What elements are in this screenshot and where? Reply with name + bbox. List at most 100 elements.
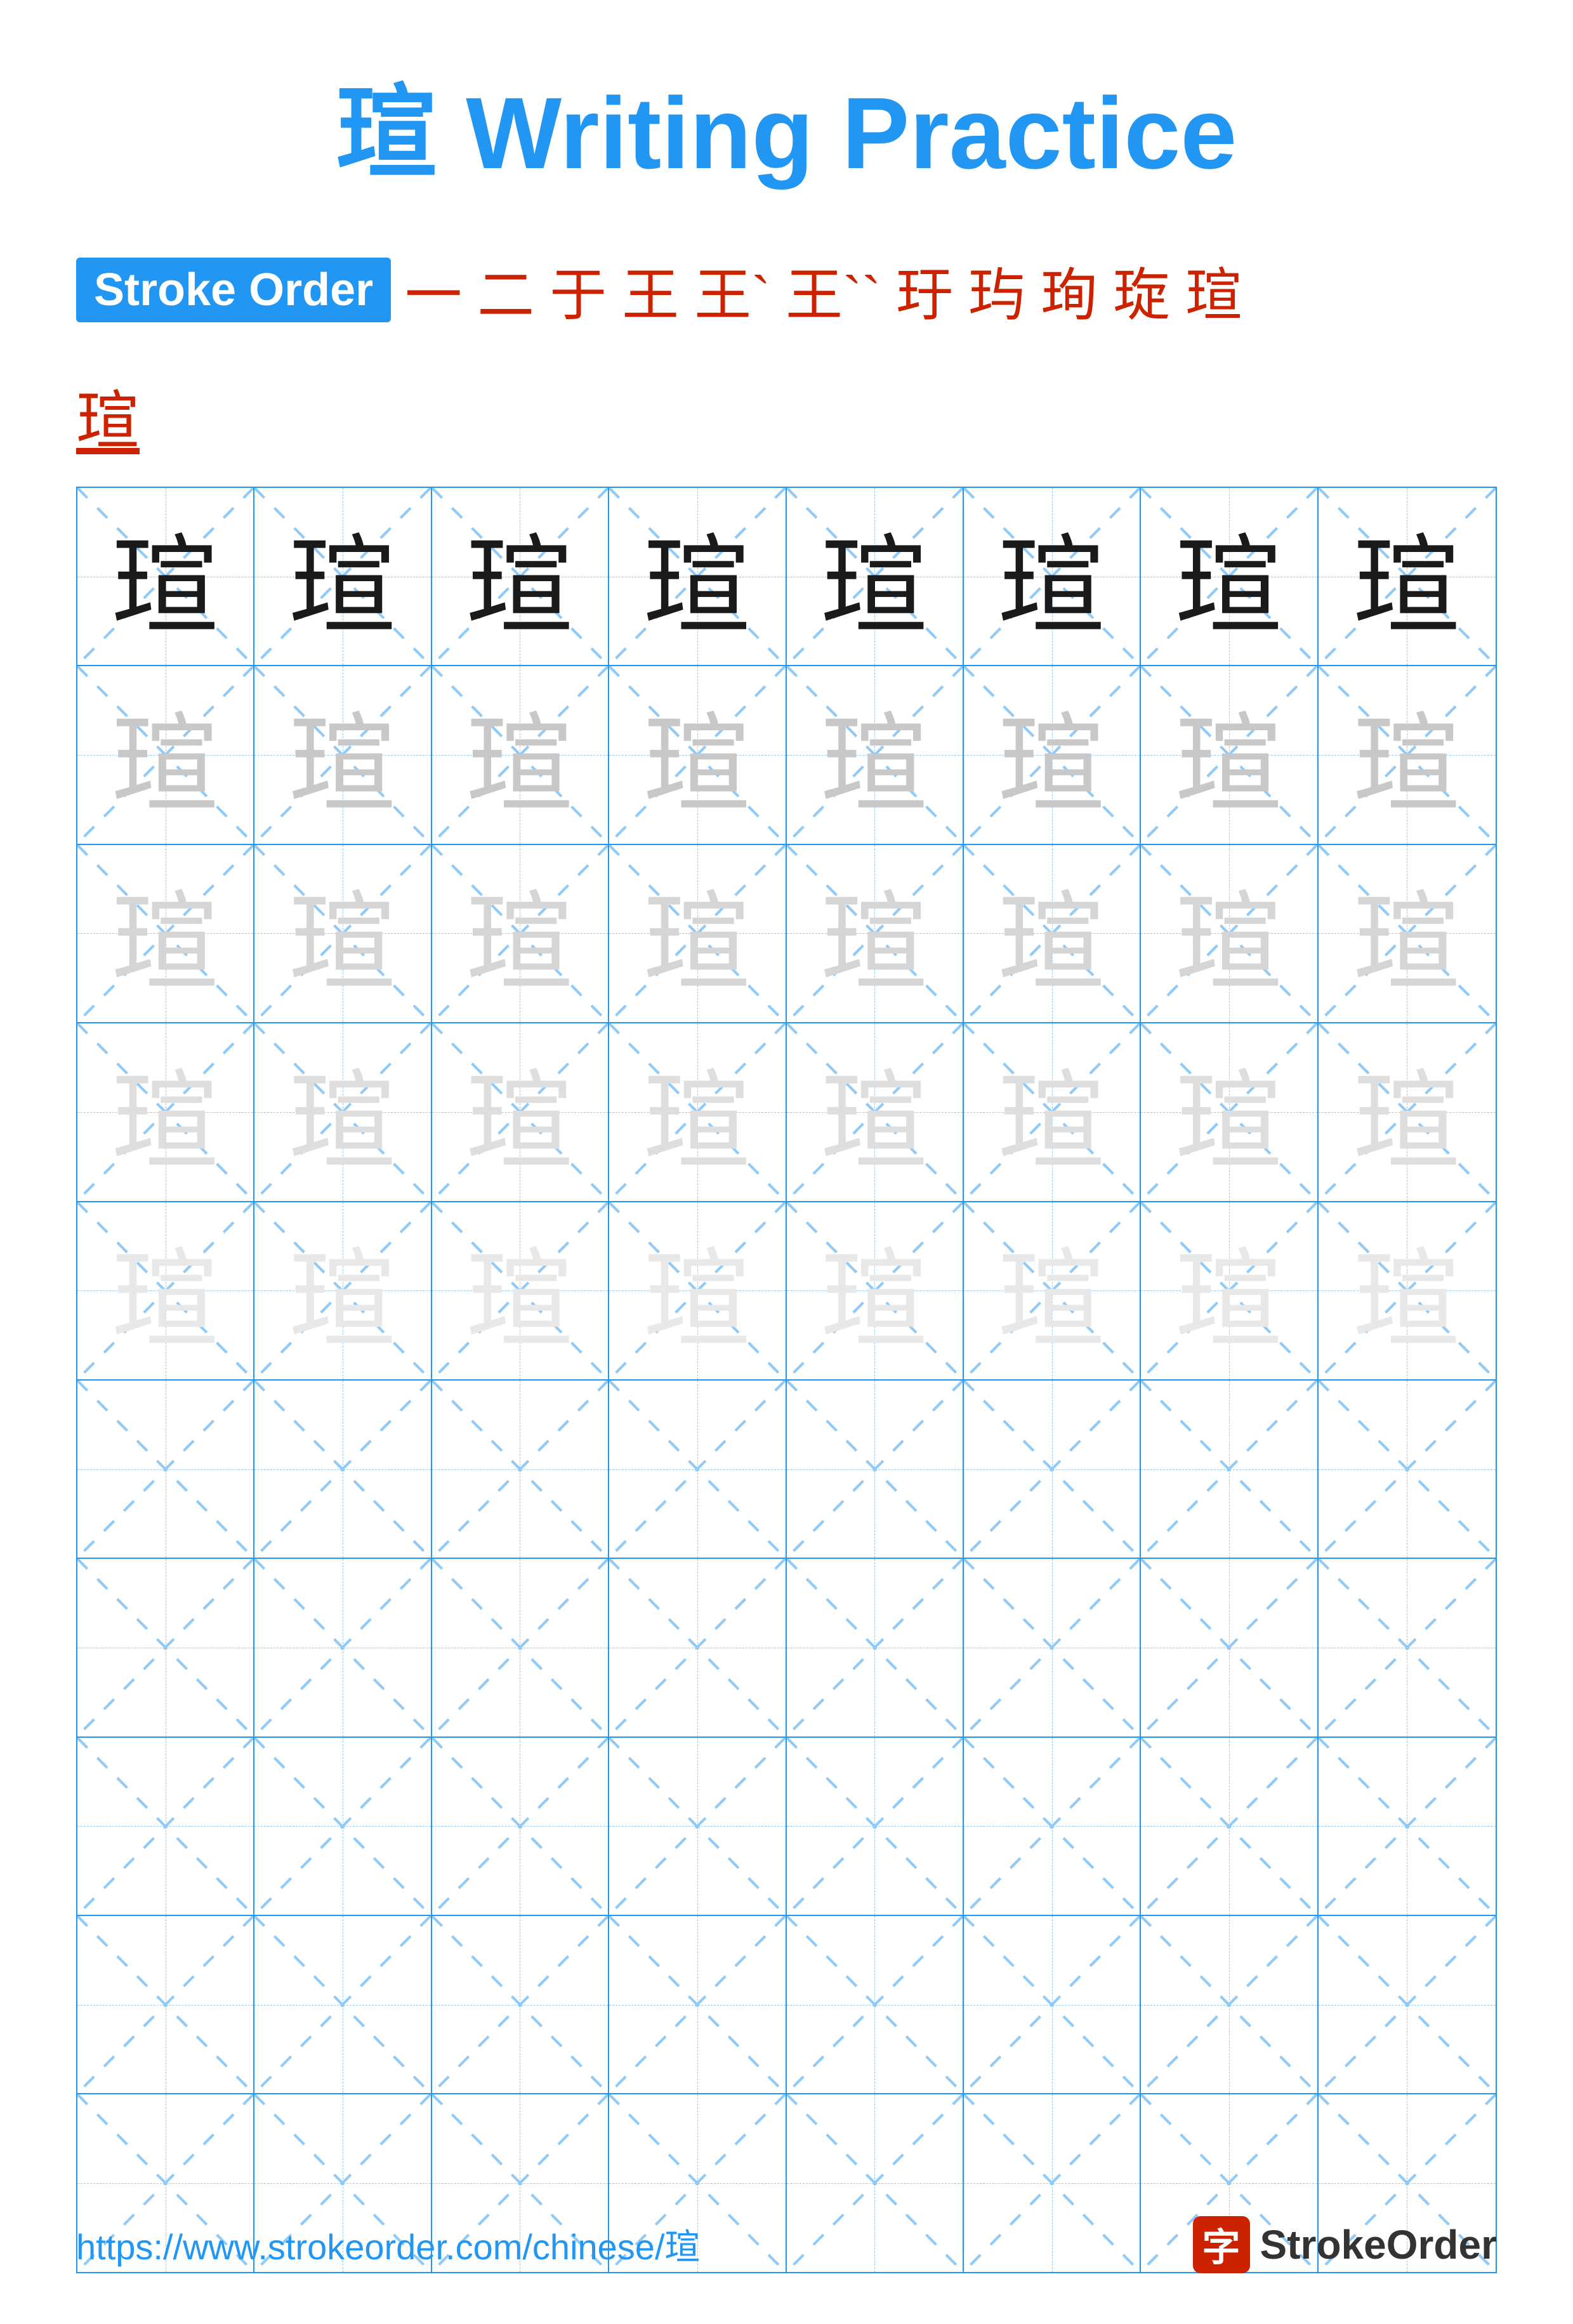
grid-cell-8-1[interactable]: [254, 1916, 431, 2093]
grid-cell-6-0[interactable]: [77, 1559, 254, 1736]
grid-cell-7-4[interactable]: [787, 1738, 964, 1915]
grid-cell-0-2[interactable]: 瑄: [432, 488, 609, 665]
grid-cell-4-4[interactable]: 瑄: [787, 1202, 964, 1379]
grid-cell-2-4[interactable]: 瑄: [787, 845, 964, 1022]
cell-char: 瑄: [643, 855, 751, 1011]
grid-cell-4-1[interactable]: 瑄: [254, 1202, 431, 1379]
grid-cell-5-5[interactable]: [964, 1381, 1141, 1558]
grid-cell-8-6[interactable]: [1141, 1916, 1318, 2093]
grid-cell-5-0[interactable]: [77, 1381, 254, 1558]
grid-cell-6-4[interactable]: [787, 1559, 964, 1736]
grid-cell-1-7[interactable]: 瑄: [1319, 666, 1496, 843]
grid-row-0: 瑄 瑄 瑄 瑄 瑄 瑄 瑄: [77, 488, 1496, 666]
grid-cell-4-6[interactable]: 瑄: [1141, 1202, 1318, 1379]
grid-cell-4-2[interactable]: 瑄: [432, 1202, 609, 1379]
grid-cell-7-7[interactable]: [1319, 1738, 1496, 1915]
grid-cell-3-2[interactable]: 瑄: [432, 1023, 609, 1200]
cell-char: 瑄: [820, 1212, 928, 1369]
cell-char: 瑄: [643, 677, 751, 833]
grid-cell-2-5[interactable]: 瑄: [964, 845, 1141, 1022]
cell-char: 瑄: [998, 1212, 1106, 1369]
cell-char: 瑄: [1353, 855, 1461, 1011]
cell-char: 瑄: [1175, 1212, 1283, 1369]
grid-cell-1-1[interactable]: 瑄: [254, 666, 431, 843]
grid-cell-3-0[interactable]: 瑄: [77, 1023, 254, 1200]
grid-cell-4-7[interactable]: 瑄: [1319, 1202, 1496, 1379]
grid-cell-0-1[interactable]: 瑄: [254, 488, 431, 665]
grid-cell-1-5[interactable]: 瑄: [964, 666, 1141, 843]
grid-cell-3-1[interactable]: 瑄: [254, 1023, 431, 1200]
grid-cell-2-1[interactable]: 瑄: [254, 845, 431, 1022]
cell-char: 瑄: [466, 499, 574, 655]
grid-cell-7-1[interactable]: [254, 1738, 431, 1915]
cell-char: 瑄: [1353, 499, 1461, 655]
grid-cell-3-5[interactable]: 瑄: [964, 1023, 1141, 1200]
grid-cell-2-7[interactable]: 瑄: [1319, 845, 1496, 1022]
grid-cell-3-6[interactable]: 瑄: [1141, 1023, 1318, 1200]
cell-char: 瑄: [289, 677, 397, 833]
grid-cell-5-4[interactable]: [787, 1381, 964, 1558]
cell-char: 瑄: [820, 1034, 928, 1190]
cell-char: 瑄: [289, 499, 397, 655]
grid-cell-2-2[interactable]: 瑄: [432, 845, 609, 1022]
logo-icon: 字: [1193, 2216, 1250, 2273]
grid-cell-0-7[interactable]: 瑄: [1319, 488, 1496, 665]
grid-cell-0-5[interactable]: 瑄: [964, 488, 1141, 665]
grid-cell-0-0[interactable]: 瑄: [77, 488, 254, 665]
grid-cell-7-0[interactable]: [77, 1738, 254, 1915]
grid-cell-5-1[interactable]: [254, 1381, 431, 1558]
grid-cell-1-3[interactable]: 瑄: [609, 666, 786, 843]
grid-cell-0-6[interactable]: 瑄: [1141, 488, 1318, 665]
grid-cell-1-4[interactable]: 瑄: [787, 666, 964, 843]
grid-row-5: [77, 1381, 1496, 1559]
title-text: Writing Practice: [438, 76, 1237, 190]
grid-cell-7-6[interactable]: [1141, 1738, 1318, 1915]
cell-char: 瑄: [1353, 1034, 1461, 1190]
grid-cell-8-4[interactable]: [787, 1916, 964, 2093]
stroke-6: 王``: [786, 249, 881, 331]
grid-cell-7-3[interactable]: [609, 1738, 786, 1915]
cell-char: 瑄: [289, 1212, 397, 1369]
grid-cell-6-3[interactable]: [609, 1559, 786, 1736]
cell-char: 瑄: [998, 855, 1106, 1011]
grid-cell-2-3[interactable]: 瑄: [609, 845, 786, 1022]
footer-url[interactable]: https://www.strokeorder.com/chinese/瑄: [76, 2219, 701, 2270]
grid-cell-6-7[interactable]: [1319, 1559, 1496, 1736]
grid-cell-0-4[interactable]: 瑄: [787, 488, 964, 665]
grid-cell-3-4[interactable]: 瑄: [787, 1023, 964, 1200]
grid-cell-8-3[interactable]: [609, 1916, 786, 2093]
grid-cell-1-0[interactable]: 瑄: [77, 666, 254, 843]
cell-char: 瑄: [1353, 1212, 1461, 1369]
grid-cell-6-6[interactable]: [1141, 1559, 1318, 1736]
grid-cell-1-6[interactable]: 瑄: [1141, 666, 1318, 843]
grid-cell-6-1[interactable]: [254, 1559, 431, 1736]
grid-cell-7-5[interactable]: [964, 1738, 1141, 1915]
grid-cell-5-6[interactable]: [1141, 1381, 1318, 1558]
cell-char: 瑄: [112, 1034, 220, 1190]
grid-cell-6-2[interactable]: [432, 1559, 609, 1736]
grid-cell-7-2[interactable]: [432, 1738, 609, 1915]
grid-cell-8-2[interactable]: [432, 1916, 609, 2093]
grid-cell-2-6[interactable]: 瑄: [1141, 845, 1318, 1022]
grid-cell-5-2[interactable]: [432, 1381, 609, 1558]
grid-cell-4-0[interactable]: 瑄: [77, 1202, 254, 1379]
grid-cell-3-7[interactable]: 瑄: [1319, 1023, 1496, 1200]
grid-cell-3-3[interactable]: 瑄: [609, 1023, 786, 1200]
grid-cell-1-2[interactable]: 瑄: [432, 666, 609, 843]
grid-cell-4-5[interactable]: 瑄: [964, 1202, 1141, 1379]
grid-cell-5-7[interactable]: [1319, 1381, 1496, 1558]
grid-cell-5-3[interactable]: [609, 1381, 786, 1558]
grid-row-6: [77, 1559, 1496, 1737]
grid-cell-8-0[interactable]: [77, 1916, 254, 2093]
grid-cell-0-3[interactable]: 瑄: [609, 488, 786, 665]
grid-cell-6-5[interactable]: [964, 1559, 1141, 1736]
practice-grid[interactable]: 瑄 瑄 瑄 瑄 瑄 瑄 瑄: [76, 487, 1497, 2273]
grid-cell-8-7[interactable]: [1319, 1916, 1496, 2093]
stroke-4: 王: [622, 249, 679, 331]
cell-char: 瑄: [820, 499, 928, 655]
grid-cell-8-5[interactable]: [964, 1916, 1141, 2093]
cell-char: 瑄: [1353, 677, 1461, 833]
grid-cell-2-0[interactable]: 瑄: [77, 845, 254, 1022]
stroke-5: 王`: [694, 249, 770, 331]
grid-cell-4-3[interactable]: 瑄: [609, 1202, 786, 1379]
